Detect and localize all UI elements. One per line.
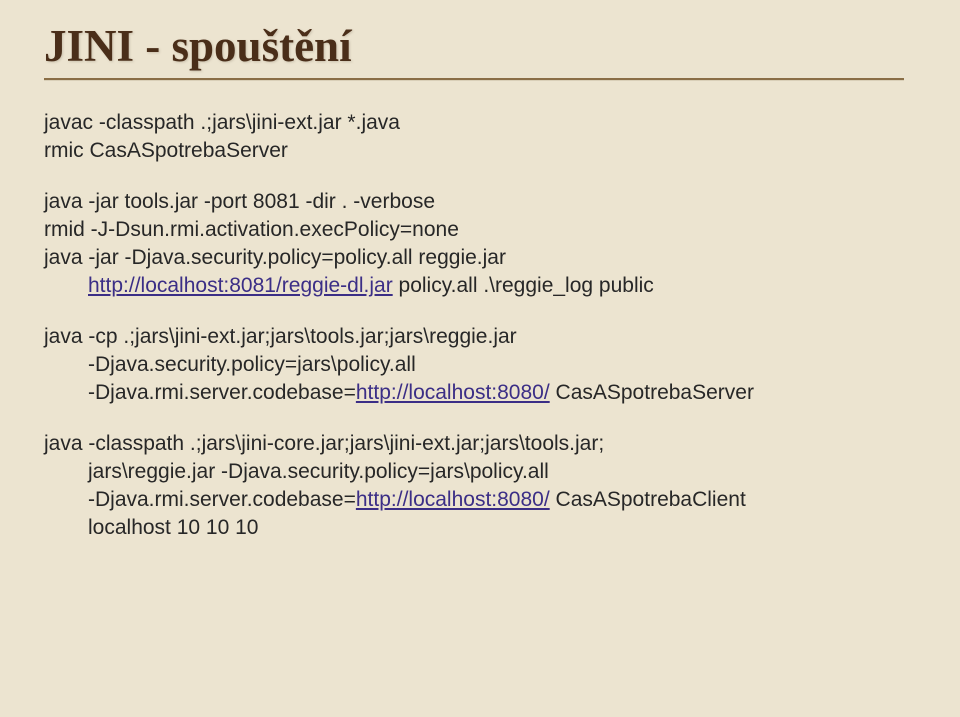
code-line: java -classpath .;jars\jini-core.jar;jar… — [44, 432, 604, 455]
slide: JINI - spouštění javac -classpath .;jars… — [0, 0, 960, 717]
code-text: CasASpotrebaServer — [550, 381, 754, 404]
paragraph-4: java -classpath .;jars\jini-core.jar;jar… — [44, 430, 920, 541]
code-text: -Djava.rmi.server.codebase= — [88, 381, 356, 404]
paragraph-2: java -jar tools.jar -port 8081 -dir . -v… — [44, 188, 920, 299]
code-line: rmid -J-Dsun.rmi.activation.execPolicy=n… — [44, 218, 459, 241]
code-line-indent: -Djava.rmi.server.codebase=http://localh… — [44, 379, 920, 407]
code-line-indent: jars\reggie.jar -Djava.security.policy=j… — [44, 458, 920, 486]
code-line: java -jar tools.jar -port 8081 -dir . -v… — [44, 190, 435, 213]
paragraph-1: javac -classpath .;jars\jini-ext.jar *.j… — [44, 109, 920, 164]
code-line-indent: -Djava.rmi.server.codebase=http://localh… — [44, 486, 920, 514]
code-line: java -jar -Djava.security.policy=policy.… — [44, 246, 506, 269]
code-text: policy.all .\reggie_log public — [393, 274, 654, 297]
title-underline — [44, 78, 904, 81]
code-line-indent: -Djava.security.policy=jars\policy.all — [44, 351, 920, 379]
slide-body: javac -classpath .;jars\jini-ext.jar *.j… — [44, 109, 920, 541]
code-line: java -cp .;jars\jini-ext.jar;jars\tools.… — [44, 325, 517, 348]
code-line-indent: localhost 10 10 10 — [44, 514, 920, 542]
code-text: -Djava.rmi.server.codebase= — [88, 488, 356, 511]
link-text: http://localhost:8080/ — [356, 381, 550, 404]
link-text: http://localhost:8080/ — [356, 488, 550, 511]
slide-title: JINI - spouštění — [44, 20, 920, 72]
code-line: javac -classpath .;jars\jini-ext.jar *.j… — [44, 111, 400, 134]
code-line: rmic CasASpotrebaServer — [44, 139, 288, 162]
code-text: CasASpotrebaClient — [550, 488, 746, 511]
link-text: http://localhost:8081/reggie-dl.jar — [88, 274, 393, 297]
code-line-indent: http://localhost:8081/reggie-dl.jar poli… — [44, 272, 920, 300]
paragraph-3: java -cp .;jars\jini-ext.jar;jars\tools.… — [44, 323, 920, 406]
